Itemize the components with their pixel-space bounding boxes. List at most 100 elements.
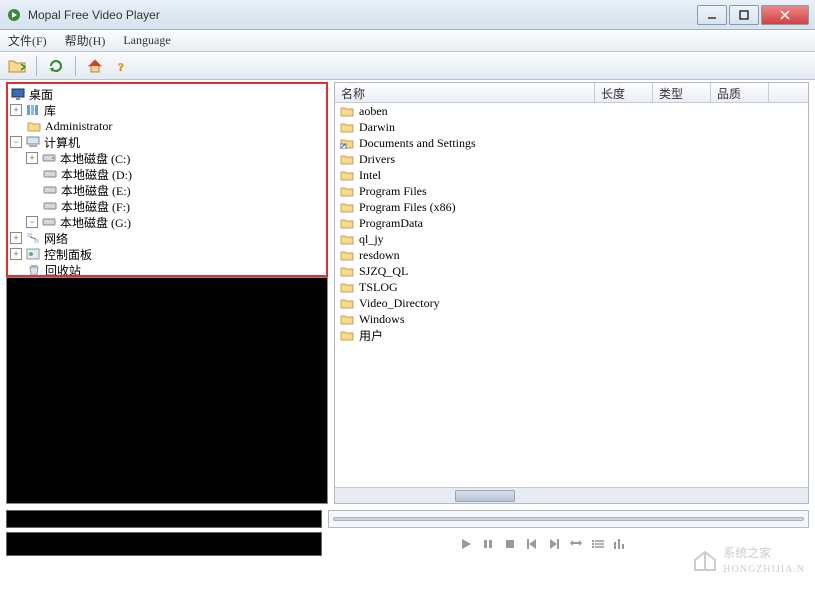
repeat-button[interactable] <box>568 536 584 552</box>
list-item-label: Intel <box>359 168 381 183</box>
play-button[interactable] <box>458 536 474 552</box>
menu-file[interactable]: 文件(F) <box>4 30 51 51</box>
tree-node-recycle[interactable]: 回收站 <box>10 262 324 277</box>
expand-icon[interactable]: + <box>10 232 22 244</box>
list-item[interactable]: resdown <box>335 247 808 263</box>
list-body[interactable]: aobenDarwinDocuments and SettingsDrivers… <box>335 103 808 487</box>
tree-node-desktop[interactable]: 桌面 <box>10 86 324 102</box>
folder-icon <box>339 232 355 246</box>
tree-node-drive-c[interactable]: + 本地磁盘 (C:) <box>10 150 324 166</box>
tree-label: 网络 <box>44 230 68 247</box>
folder-icon <box>339 296 355 310</box>
next-button[interactable] <box>546 536 562 552</box>
folder-icon <box>339 280 355 294</box>
tree-node-drive-d[interactable]: 本地磁盘 (D:) <box>10 166 324 182</box>
list-item[interactable]: Documents and Settings <box>335 135 808 151</box>
list-item[interactable]: Intel <box>335 167 808 183</box>
list-item[interactable]: Program Files <box>335 183 808 199</box>
list-item[interactable]: ProgramData <box>335 215 808 231</box>
toolbar-separator <box>36 56 37 76</box>
list-item[interactable]: Darwin <box>335 119 808 135</box>
tree-label: 计算机 <box>44 134 80 151</box>
window-buttons <box>697 5 809 25</box>
folder-icon <box>339 200 355 214</box>
help-button[interactable]: ? <box>112 55 134 77</box>
toolbar-separator <box>75 56 76 76</box>
tree-node-drive-e[interactable]: 本地磁盘 (E:) <box>10 182 324 198</box>
list-item-label: Windows <box>359 312 405 327</box>
watermark-text: 系统之家 <box>723 544 805 561</box>
tree-node-drive-g[interactable]: − 本地磁盘 (G:) <box>10 214 324 230</box>
list-header: 名称 长度 类型 品质 <box>335 83 808 103</box>
refresh-button[interactable] <box>45 55 67 77</box>
tree-label: 本地磁盘 (E:) <box>61 182 131 199</box>
header-type[interactable]: 类型 <box>653 83 711 102</box>
folder-icon <box>339 216 355 230</box>
scrollbar-thumb[interactable] <box>455 490 515 502</box>
header-quality[interactable]: 品质 <box>711 83 769 102</box>
folder-icon <box>339 264 355 278</box>
equalizer-button[interactable] <box>612 536 628 552</box>
drive-icon <box>41 215 57 229</box>
tree-label: 桌面 <box>29 86 53 103</box>
tree-node-computer[interactable]: − 计算机 <box>10 134 324 150</box>
tree-node-network[interactable]: + 网络 <box>10 230 324 246</box>
folder-tree[interactable]: 桌面 + 库 Administrator − 计算机 + 本地磁盘 (C:) <box>6 82 328 277</box>
list-item[interactable]: Program Files (x86) <box>335 199 808 215</box>
tree-node-control[interactable]: + 控制面板 <box>10 246 324 262</box>
main-area: 桌面 + 库 Administrator − 计算机 + 本地磁盘 (C:) <box>0 80 815 506</box>
tree-label: 库 <box>44 102 56 119</box>
tree-node-admin[interactable]: Administrator <box>10 118 324 134</box>
control-row <box>6 532 809 556</box>
recycle-bin-icon <box>26 263 42 277</box>
collapse-icon[interactable]: − <box>10 136 22 148</box>
list-item[interactable]: aoben <box>335 103 808 119</box>
list-item[interactable]: Windows <box>335 311 808 327</box>
header-length[interactable]: 长度 <box>595 83 653 102</box>
watermark-sub: HONGZHIJIA.N <box>723 564 805 575</box>
title-bar: Mopal Free Video Player <box>0 0 815 30</box>
expand-icon[interactable]: + <box>26 152 38 164</box>
menu-language[interactable]: Language <box>119 31 174 50</box>
window-title: Mopal Free Video Player <box>28 8 697 22</box>
drive-icon <box>42 199 58 213</box>
control-left-panel <box>6 532 322 556</box>
list-item-label: Video_Directory <box>359 296 440 311</box>
pause-button[interactable] <box>480 536 496 552</box>
prev-button[interactable] <box>524 536 540 552</box>
list-item-label: Program Files <box>359 184 427 199</box>
tree-node-library[interactable]: + 库 <box>10 102 324 118</box>
expand-icon[interactable]: + <box>10 248 22 260</box>
list-item-label: Program Files (x86) <box>359 200 456 215</box>
menu-bar: 文件(F) 帮助(H) Language <box>0 30 815 52</box>
menu-help[interactable]: 帮助(H) <box>61 30 110 51</box>
close-button[interactable] <box>761 5 809 25</box>
minimize-button[interactable] <box>697 5 727 25</box>
list-item-label: 用户 <box>359 327 383 344</box>
tree-node-drive-f[interactable]: 本地磁盘 (F:) <box>10 198 324 214</box>
maximize-button[interactable] <box>729 5 759 25</box>
list-item[interactable]: TSLOG <box>335 279 808 295</box>
tree-label: Administrator <box>45 119 112 134</box>
stop-button[interactable] <box>502 536 518 552</box>
header-name[interactable]: 名称 <box>335 83 595 102</box>
library-icon <box>25 103 41 117</box>
home-button[interactable] <box>84 55 106 77</box>
folder-icon <box>339 104 355 118</box>
playlist-button[interactable] <box>590 536 606 552</box>
svg-text:?: ? <box>118 60 124 74</box>
expand-icon[interactable]: + <box>10 104 22 116</box>
drive-icon <box>42 167 58 181</box>
list-item[interactable]: Drivers <box>335 151 808 167</box>
computer-icon <box>25 135 41 149</box>
tree-label: 本地磁盘 (F:) <box>61 198 130 215</box>
list-item[interactable]: ql_jy <box>335 231 808 247</box>
list-item[interactable]: Video_Directory <box>335 295 808 311</box>
expand-icon[interactable]: − <box>26 216 38 228</box>
seek-bar[interactable] <box>328 510 809 528</box>
open-folder-button[interactable] <box>6 55 28 77</box>
tree-label: 本地磁盘 (G:) <box>60 214 131 231</box>
horizontal-scrollbar[interactable] <box>335 487 808 503</box>
list-item[interactable]: SJZQ_QL <box>335 263 808 279</box>
list-item[interactable]: 用户 <box>335 327 808 343</box>
